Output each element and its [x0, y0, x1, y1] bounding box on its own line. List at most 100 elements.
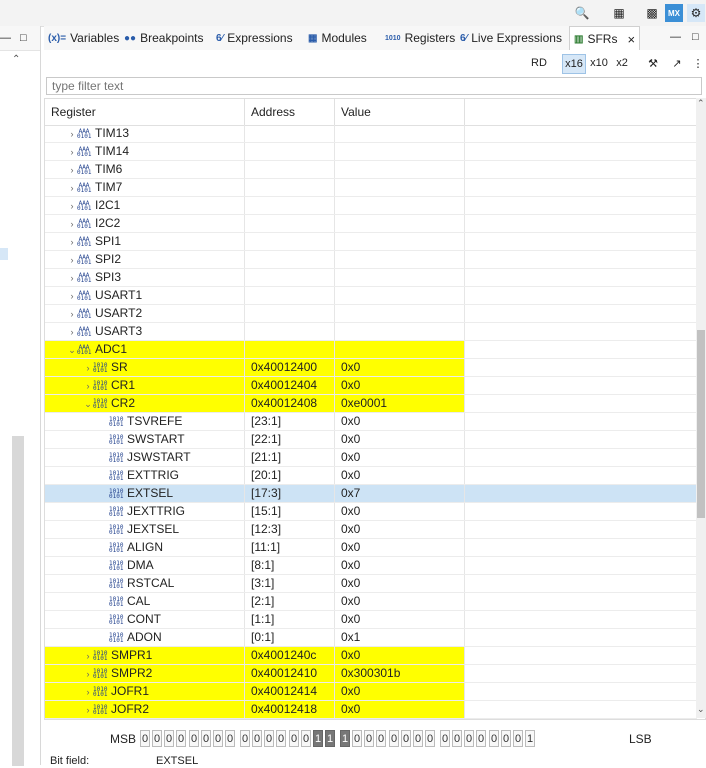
bit-box[interactable]: 0: [176, 730, 186, 747]
tab-variables[interactable]: (x)= Variables: [48, 26, 119, 50]
table-scrollbar[interactable]: ⌃ ⌄: [696, 98, 706, 718]
value-cell[interactable]: 0x0: [335, 557, 465, 574]
table-row[interactable]: › AAA 0101 I2C2: [45, 215, 697, 233]
left-scroll-thumb[interactable]: [12, 436, 24, 766]
table-row[interactable]: › AAA 0101 SPI2: [45, 251, 697, 269]
bit-box[interactable]: 0: [352, 730, 362, 747]
bit-box[interactable]: 1: [525, 730, 535, 747]
bit-box[interactable]: 0: [140, 730, 150, 747]
column-header-register[interactable]: Register: [45, 99, 245, 125]
bit-box[interactable]: 0: [289, 730, 299, 747]
value-cell[interactable]: 0x0: [335, 413, 465, 430]
chevron-right-icon[interactable]: ›: [83, 666, 93, 683]
filter-input[interactable]: [46, 77, 702, 95]
table-row[interactable]: 1010 0101 JEXTSEL [12:3] 0x0: [45, 521, 697, 539]
bit-box[interactable]: 1: [325, 730, 335, 747]
value-cell[interactable]: 0x300301b: [335, 665, 465, 682]
value-cell[interactable]: [335, 197, 465, 214]
value-cell[interactable]: 0x0: [335, 593, 465, 610]
value-cell[interactable]: 0x0: [335, 701, 465, 718]
table-row[interactable]: › AAA 0101 TIM7: [45, 179, 697, 197]
table-row[interactable]: 1010 0101 ADON [0:1] 0x1: [45, 629, 697, 647]
register-cell[interactable]: ⌄ AAA 0101 ADC1: [45, 341, 245, 358]
chevron-right-icon[interactable]: ›: [67, 162, 77, 179]
chevron-right-icon[interactable]: ›: [67, 198, 77, 215]
bit-box[interactable]: 0: [189, 730, 199, 747]
value-cell[interactable]: 0x0: [335, 467, 465, 484]
value-cell[interactable]: [335, 143, 465, 160]
value-cell[interactable]: 0x0: [335, 575, 465, 592]
hex-format-button[interactable]: x16: [562, 54, 586, 74]
bit-box[interactable]: 1: [313, 730, 323, 747]
register-cell[interactable]: › 1010 0101 CR1: [45, 377, 245, 394]
bit-box[interactable]: 0: [252, 730, 262, 747]
register-cell[interactable]: 1010 0101 TSVREFE: [45, 413, 245, 430]
bit-box[interactable]: 0: [489, 730, 499, 747]
bit-box[interactable]: 0: [425, 730, 435, 747]
register-cell[interactable]: 1010 0101 EXTTRIG: [45, 467, 245, 484]
value-cell[interactable]: [335, 323, 465, 340]
bit-box[interactable]: 0: [501, 730, 511, 747]
value-cell[interactable]: 0x0: [335, 431, 465, 448]
bit-box[interactable]: 0: [240, 730, 250, 747]
chevron-right-icon[interactable]: ›: [67, 234, 77, 251]
register-cell[interactable]: › AAA 0101 SPI2: [45, 251, 245, 268]
chevron-right-icon[interactable]: ›: [83, 378, 93, 395]
chevron-right-icon[interactable]: ›: [67, 270, 77, 287]
table-row[interactable]: 1010 0101 DMA [8:1] 0x0: [45, 557, 697, 575]
table-row[interactable]: › AAA 0101 I2C1: [45, 197, 697, 215]
table-row[interactable]: › AAA 0101 USART1: [45, 287, 697, 305]
table-row[interactable]: 1010 0101 EXTTRIG [20:1] 0x0: [45, 467, 697, 485]
value-cell[interactable]: [335, 287, 465, 304]
value-cell[interactable]: [335, 305, 465, 322]
register-cell[interactable]: › AAA 0101 TIM7: [45, 179, 245, 196]
register-cell[interactable]: › 1010 0101 SMPR2: [45, 665, 245, 682]
bit-box[interactable]: 1: [340, 730, 350, 747]
register-cell[interactable]: › AAA 0101 USART3: [45, 323, 245, 340]
chevron-right-icon[interactable]: ›: [67, 324, 77, 341]
table-row[interactable]: › 1010 0101 CR1 0x40012404 0x0: [45, 377, 697, 395]
tab-breakpoints[interactable]: ●● Breakpoints: [124, 26, 203, 50]
bit-box[interactable]: 0: [264, 730, 274, 747]
decimal-format-button[interactable]: x10: [588, 54, 610, 72]
chevron-right-icon[interactable]: ›: [83, 648, 93, 665]
bit-box[interactable]: 0: [201, 730, 211, 747]
register-cell[interactable]: 1010 0101 ADON: [45, 629, 245, 646]
register-cell[interactable]: 1010 0101 CONT: [45, 611, 245, 628]
more-options-icon[interactable]: ⋮: [692, 54, 704, 72]
register-cell[interactable]: › AAA 0101 TIM14: [45, 143, 245, 160]
mx-icon[interactable]: MX: [665, 4, 683, 22]
bit-box[interactable]: 0: [440, 730, 450, 747]
register-cell[interactable]: › 1010 0101 SMPR1: [45, 647, 245, 664]
tools-icon[interactable]: ⚒: [644, 54, 662, 72]
bit-box[interactable]: 0: [476, 730, 486, 747]
tab-registers[interactable]: 1010 Registers: [385, 26, 455, 50]
register-cell[interactable]: 1010 0101 EXTSEL: [45, 485, 245, 502]
chevron-down-icon[interactable]: ⌄: [83, 396, 93, 413]
chevron-right-icon[interactable]: ›: [67, 216, 77, 233]
bit-box[interactable]: 0: [225, 730, 235, 747]
value-cell[interactable]: 0x0: [335, 377, 465, 394]
register-cell[interactable]: ⌄1010 0101 CR2: [45, 395, 245, 412]
bit-box[interactable]: 0: [213, 730, 223, 747]
register-cell[interactable]: › AAA 0101 SPI1: [45, 233, 245, 250]
table-row[interactable]: 1010 0101 JEXTTRIG [15:1] 0x0: [45, 503, 697, 521]
debug-perspective-icon[interactable]: ⚙: [687, 4, 705, 22]
value-cell[interactable]: 0x0: [335, 503, 465, 520]
table-row[interactable]: › 1010 0101 SMPR1 0x4001240c 0x0: [45, 647, 697, 665]
chevron-right-icon[interactable]: ›: [67, 180, 77, 197]
value-cell[interactable]: 0x1: [335, 629, 465, 646]
table-row[interactable]: › AAA 0101 USART3: [45, 323, 697, 341]
value-cell[interactable]: 0x0: [335, 683, 465, 700]
register-cell[interactable]: › AAA 0101 TIM13: [45, 125, 245, 142]
column-header-address[interactable]: Address: [245, 99, 335, 125]
chevron-right-icon[interactable]: ›: [67, 144, 77, 161]
register-cell[interactable]: 1010 0101 DMA: [45, 557, 245, 574]
bit-box[interactable]: 0: [413, 730, 423, 747]
register-cell[interactable]: 1010 0101 JSWSTART: [45, 449, 245, 466]
register-cell[interactable]: › 1010 0101 JOFR2: [45, 701, 245, 718]
binary-format-button[interactable]: x2: [612, 54, 632, 72]
table-row[interactable]: 1010 0101 SWSTART [22:1] 0x0: [45, 431, 697, 449]
table-row[interactable]: 1010 0101 JSWSTART [21:1] 0x0: [45, 449, 697, 467]
value-cell[interactable]: 0x0: [335, 539, 465, 556]
